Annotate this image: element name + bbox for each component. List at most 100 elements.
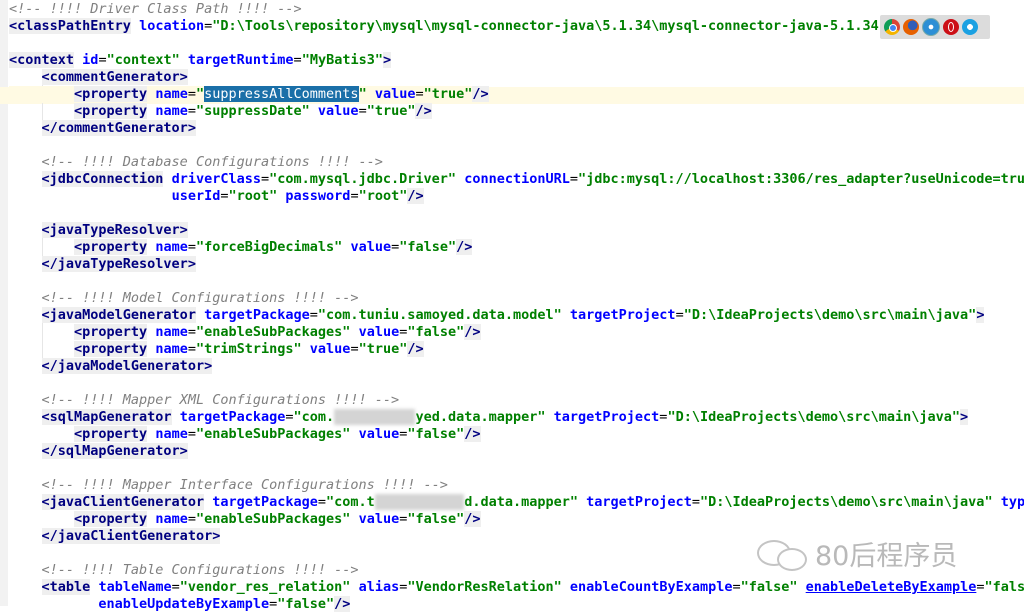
attr-token: enableCountByExample [570, 579, 733, 595]
code-line[interactable]: </javaModelGenerator> [9, 358, 212, 375]
tag-token: <javaClientGenerator [42, 494, 205, 510]
tag-token: <sqlMapGenerator [42, 409, 172, 425]
tag-token: > [383, 52, 391, 68]
value-token: "vendor_res_relation" [180, 579, 351, 595]
redacted-text: tuniu.samo [334, 409, 415, 425]
value-token: "false" [407, 426, 464, 442]
code-line[interactable]: <javaTypeResolver> [9, 222, 188, 239]
attr-token: targetProject [586, 494, 692, 510]
value-token: "false" [407, 324, 464, 340]
attr-token: type [1001, 494, 1024, 510]
opera-icon[interactable] [943, 19, 959, 35]
code-line[interactable]: <classPathEntry location="D:\Tools\repos… [9, 18, 911, 35]
plain-token: = [261, 171, 269, 187]
code-line[interactable]: <property name="enableSubPackages" value… [9, 511, 481, 528]
plain-token: = [188, 103, 196, 119]
tag-token: <javaTypeResolver> [42, 222, 188, 238]
plain-token: = [676, 307, 684, 323]
browser-compat-bar [880, 15, 990, 39]
code-line[interactable]: <context id="context" targetRuntime="MyB… [9, 52, 391, 69]
plain-token [367, 86, 375, 102]
plain-token [172, 409, 180, 425]
value-token: "com.t [326, 494, 375, 510]
value-token: "com.mysql.jdbc.Driver" [269, 171, 456, 187]
plain-token [350, 579, 358, 595]
attr-token: userId [172, 188, 221, 204]
tag-token: /> [464, 324, 480, 340]
attr-token: enableUpdateByExample [98, 596, 269, 612]
code-line[interactable]: <!-- !!!! Database Configurations !!!! -… [9, 154, 383, 171]
ie-icon[interactable] [962, 19, 978, 35]
code-line[interactable]: userId="root" password="root"/> [9, 188, 424, 205]
code-line[interactable]: </commentGenerator> [9, 120, 196, 137]
tag-token: </commentGenerator> [42, 120, 196, 136]
code-line[interactable]: <javaModelGenerator targetPackage="com.t… [9, 307, 984, 324]
code-line[interactable]: </javaClientGenerator> [9, 528, 220, 545]
watermark-text: 80后程序员 [815, 534, 957, 573]
plain-token: = [188, 341, 196, 357]
chrome-icon[interactable] [884, 19, 900, 35]
firefox-icon[interactable] [903, 19, 919, 35]
code-line[interactable]: <jdbcConnection driverClass="com.mysql.j… [9, 171, 1024, 188]
comment-token: <!-- !!!! Driver Class Path !!!! --> [9, 1, 302, 17]
tag-token: </javaModelGenerator> [42, 358, 213, 374]
tag-token: <javaModelGenerator [42, 307, 196, 323]
code-line[interactable]: <!-- !!!! Table Configurations !!!! --> [9, 562, 359, 579]
safari-icon[interactable] [922, 18, 940, 36]
plain-token: = [204, 18, 212, 34]
tag-token: /> [407, 341, 423, 357]
code-line[interactable]: </javaTypeResolver> [9, 256, 196, 273]
attr-token: targetPackage [212, 494, 318, 510]
code-line[interactable]: <table tableName="vendor_res_relation" a… [9, 579, 1024, 596]
plain-token [9, 341, 74, 357]
plain-token: = [310, 307, 318, 323]
plain-token: = [98, 52, 106, 68]
attr-token: location [139, 18, 204, 34]
tag-token: /> [407, 188, 423, 204]
value-token: "root" [359, 188, 408, 204]
attr-token: value [359, 426, 400, 442]
comment-token: <!-- !!!! Table Configurations !!!! --> [42, 562, 359, 578]
selected-text: suppressAllComments [204, 86, 358, 102]
plain-token: = [350, 188, 358, 204]
code-line[interactable]: <property name="enableSubPackages" value… [9, 426, 481, 443]
code-line[interactable]: <property name="suppressAllComments" val… [9, 86, 489, 103]
tag-token: /> [334, 596, 350, 612]
code-line[interactable]: enableUpdateByExample="false"/> [9, 596, 350, 613]
plain-token [9, 528, 42, 544]
code-line[interactable]: <javaClientGenerator targetPackage="com.… [9, 494, 1024, 511]
code-line[interactable]: <sqlMapGenerator targetPackage="com.tuni… [9, 409, 968, 426]
code-line[interactable]: <property name="enableSubPackages" value… [9, 324, 481, 341]
tag-token: </javaClientGenerator> [42, 528, 221, 544]
plain-token [9, 239, 74, 255]
plain-token [9, 596, 98, 612]
plain-token [9, 307, 42, 323]
plain-token [562, 579, 570, 595]
code-editor[interactable]: <!-- !!!! Driver Class Path !!!! --><cla… [0, 0, 1024, 606]
attr-token: password [285, 188, 350, 204]
value-token: "D:\Tools\repository\mysql\mysql-connect… [212, 18, 911, 34]
plain-token: = [269, 596, 277, 612]
tag-token: <property [74, 324, 147, 340]
value-token: "com.tuniu.samoyed.data.model" [318, 307, 562, 323]
plain-token [163, 171, 171, 187]
attr-token: name [155, 103, 188, 119]
plain-token [196, 307, 204, 323]
code-line[interactable]: <!-- !!!! Mapper XML Configurations !!!!… [9, 392, 399, 409]
code-line[interactable]: <!-- !!!! Driver Class Path !!!! --> [9, 1, 302, 18]
code-line[interactable]: <property name="forceBigDecimals" value=… [9, 239, 472, 256]
value-token: "forceBigDecimals" [196, 239, 342, 255]
code-line[interactable]: <!-- !!!! Model Configurations !!!! --> [9, 290, 359, 307]
code-line[interactable]: <property name="suppressDate" value="tru… [9, 103, 432, 120]
code-line[interactable]: <property name="trimStrings" value="true… [9, 341, 424, 358]
attr-token: value [359, 324, 400, 340]
tag-token: > [976, 307, 984, 323]
code-line[interactable]: <!-- !!!! Mapper Interface Configuration… [9, 477, 448, 494]
value-token: "D:\IdeaProjects\demo\src\main\java" [667, 409, 960, 425]
tag-token: <commentGenerator> [42, 69, 188, 85]
value-token: "trimStrings" [196, 341, 302, 357]
code-line[interactable]: <commentGenerator> [9, 69, 188, 86]
plain-token: = [188, 86, 196, 102]
plain-token [578, 494, 586, 510]
code-line[interactable]: </sqlMapGenerator> [9, 443, 188, 460]
